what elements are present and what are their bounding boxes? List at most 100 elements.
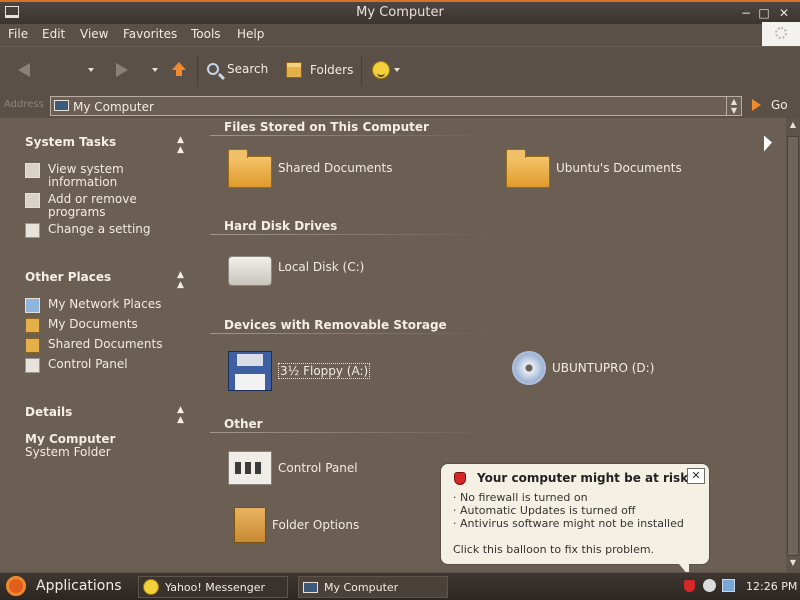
add-remove-programs-icon bbox=[25, 193, 40, 208]
forward-dropdown-button[interactable] bbox=[152, 68, 158, 72]
throbber-icon bbox=[775, 27, 787, 39]
address-input[interactable]: My Computer bbox=[50, 96, 742, 116]
place-label: Shared Documents bbox=[48, 337, 163, 351]
place-my-network-places[interactable]: My Network Places bbox=[25, 298, 161, 313]
network-tray-icon[interactable] bbox=[722, 579, 735, 592]
item-label: UBUNTUPRO (D:) bbox=[552, 361, 655, 375]
collapse-details-icon[interactable]: ▲ ▲ bbox=[177, 405, 184, 425]
task-pane: System Tasks ▲ ▲ View system information … bbox=[0, 118, 210, 572]
balloon-line-antivirus: · Antivirus software might not be instal… bbox=[453, 517, 684, 530]
minimize-button[interactable]: − bbox=[738, 5, 754, 21]
item-ubuntus-documents[interactable]: Ubuntu's Documents bbox=[506, 149, 682, 188]
folder-icon bbox=[228, 149, 272, 188]
forward-button[interactable] bbox=[116, 63, 128, 77]
balloon-close-button[interactable]: ✕ bbox=[687, 468, 705, 484]
scrollbar-thumb[interactable] bbox=[787, 136, 799, 556]
item-shared-documents[interactable]: Shared Documents bbox=[228, 149, 392, 188]
address-dropdown-button[interactable]: ▲ ▼ bbox=[726, 97, 741, 115]
search-label: Search bbox=[227, 62, 269, 76]
back-button[interactable] bbox=[18, 63, 30, 77]
task-change-setting[interactable]: Change a setting bbox=[25, 223, 151, 238]
task-label: View system information bbox=[48, 162, 124, 189]
toolbar-separator bbox=[361, 56, 362, 86]
place-label: My Network Places bbox=[48, 297, 162, 311]
place-my-documents[interactable]: My Documents bbox=[25, 318, 138, 333]
folder-icon bbox=[25, 318, 40, 333]
group-divider bbox=[210, 432, 494, 433]
menu-edit[interactable]: Edit bbox=[42, 27, 65, 41]
clock[interactable]: 12:26 PM bbox=[746, 580, 797, 593]
task-add-remove-programs[interactable]: Add or remove programs bbox=[25, 193, 145, 219]
system-tasks-header[interactable]: System Tasks bbox=[25, 135, 116, 149]
details-header[interactable]: Details bbox=[25, 405, 72, 419]
computer-icon bbox=[54, 100, 69, 111]
messenger-button[interactable] bbox=[372, 61, 400, 79]
place-label: Control Panel bbox=[48, 357, 128, 371]
window-title: My Computer bbox=[356, 5, 444, 20]
group-divider bbox=[210, 135, 494, 136]
control-panel-icon bbox=[25, 358, 40, 373]
go-button[interactable]: Go bbox=[752, 98, 788, 112]
search-button[interactable]: Search bbox=[207, 62, 268, 76]
system-info-icon bbox=[25, 163, 40, 178]
control-panel-icon bbox=[228, 451, 272, 485]
group-divider bbox=[210, 333, 494, 334]
chevron-down-icon bbox=[88, 68, 94, 72]
item-ubuntupro-drive[interactable]: UBUNTUPRO (D:) bbox=[504, 351, 654, 385]
item-local-disk[interactable]: Local Disk (C:) bbox=[228, 252, 364, 286]
close-button[interactable]: ✕ bbox=[776, 5, 792, 21]
menu-help[interactable]: Help bbox=[237, 27, 264, 41]
place-shared-documents[interactable]: Shared Documents bbox=[25, 338, 162, 353]
title-bar: My Computer − □ ✕ bbox=[0, 0, 800, 24]
activity-throbber bbox=[762, 22, 800, 46]
item-label: Folder Options bbox=[272, 518, 360, 532]
item-label: 3½ Floppy (A:) bbox=[278, 363, 371, 379]
search-icon bbox=[207, 63, 219, 75]
toolbar-separator bbox=[197, 56, 198, 86]
balloon-line-updates: · Automatic Updates is turned off bbox=[453, 504, 636, 517]
item-control-panel[interactable]: Control Panel bbox=[228, 451, 358, 485]
chevron-down-icon bbox=[394, 68, 400, 72]
vertical-scrollbar[interactable]: ▲ ▼ bbox=[786, 118, 800, 572]
collapse-other-places-icon[interactable]: ▲ ▲ bbox=[177, 270, 184, 290]
other-places-header[interactable]: Other Places bbox=[25, 270, 111, 284]
group-divider bbox=[210, 234, 494, 235]
item-floppy[interactable]: 3½ Floppy (A:) bbox=[228, 351, 371, 391]
menu-favorites[interactable]: Favorites bbox=[123, 27, 177, 41]
control-panel-icon bbox=[25, 223, 40, 238]
folders-label: Folders bbox=[310, 63, 354, 77]
collapse-system-tasks-icon[interactable]: ▲ ▲ bbox=[177, 135, 184, 155]
group-hdd-title: Hard Disk Drives bbox=[224, 219, 338, 233]
task-view-system-info[interactable]: View system information bbox=[25, 163, 135, 189]
menu-file[interactable]: File bbox=[8, 27, 28, 41]
ubuntu-logo-icon bbox=[6, 576, 26, 596]
applications-menu-button[interactable]: Applications bbox=[6, 576, 122, 596]
taskbar-my-computer[interactable]: My Computer bbox=[298, 576, 448, 598]
balloon-line-firewall: · No firewall is turned on bbox=[453, 491, 588, 504]
up-folder-button[interactable] bbox=[172, 62, 186, 76]
balloon-title: Your computer might be at risk bbox=[477, 471, 689, 485]
taskbar-yahoo-messenger[interactable]: Yahoo! Messenger bbox=[138, 576, 288, 598]
messenger-tray-icon[interactable] bbox=[703, 579, 716, 592]
menu-tools[interactable]: Tools bbox=[191, 27, 221, 41]
taskbar-item-label: Yahoo! Messenger bbox=[165, 580, 266, 594]
task-label: Change a setting bbox=[48, 222, 151, 236]
scroll-down-icon[interactable]: ▼ bbox=[788, 558, 798, 572]
security-shield-icon bbox=[454, 472, 466, 485]
group-removable-title: Devices with Removable Storage bbox=[224, 318, 447, 332]
menu-view[interactable]: View bbox=[80, 27, 108, 41]
network-icon bbox=[25, 298, 40, 313]
security-shield-icon[interactable] bbox=[684, 579, 695, 592]
place-label: My Documents bbox=[48, 317, 138, 331]
place-control-panel[interactable]: Control Panel bbox=[25, 358, 128, 373]
security-balloon[interactable]: Your computer might be at risk ✕ · No fi… bbox=[440, 463, 710, 576]
back-dropdown-button[interactable] bbox=[88, 68, 94, 72]
hard-disk-icon bbox=[228, 256, 272, 286]
item-folder-options[interactable]: Folder Options bbox=[228, 507, 359, 543]
scroll-up-icon[interactable]: ▲ bbox=[788, 120, 798, 134]
folder-icon bbox=[506, 149, 550, 188]
group-other-title: Other bbox=[224, 417, 263, 431]
go-arrow-icon bbox=[752, 99, 761, 111]
maximize-button[interactable]: □ bbox=[756, 5, 772, 21]
folders-button[interactable]: Folders bbox=[286, 62, 353, 78]
